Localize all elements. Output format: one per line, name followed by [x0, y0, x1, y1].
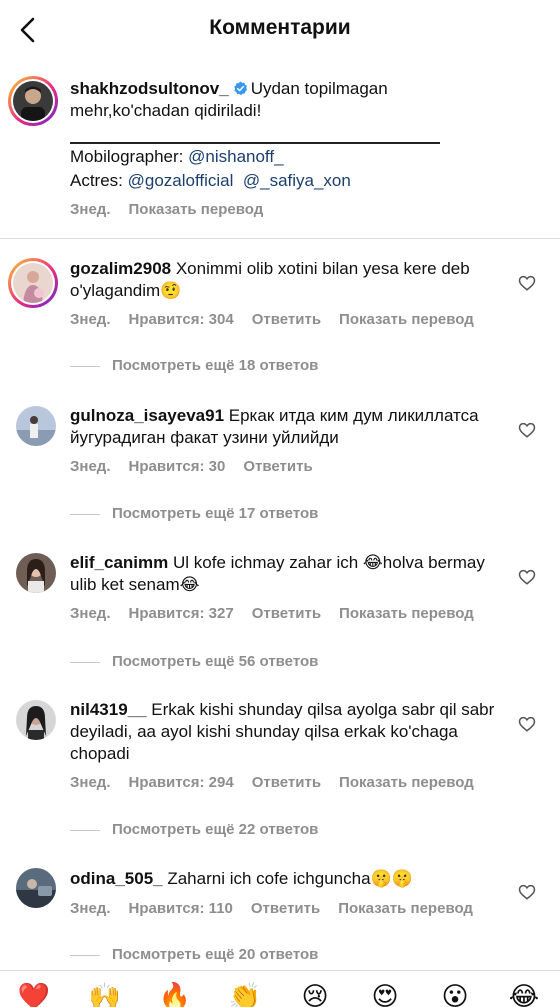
like-heart-icon[interactable] — [518, 274, 536, 292]
top-bar: Комментарии — [0, 0, 560, 60]
like-heart-icon[interactable] — [518, 568, 536, 586]
comment-text: nil4319__ Erkak kishi shunday qilsa ayol… — [70, 699, 500, 765]
caption-text: shakhzodsultonov_ Uydan topilmagan mehr,k… — [70, 78, 500, 122]
comment-time: Знед. — [70, 774, 111, 791]
clapping-emoji-button[interactable]: 👏 — [226, 977, 264, 1007]
comment-body: Ul kofe ichmay zahar ich — [173, 553, 363, 572]
verified-badge-icon — [233, 80, 248, 96]
comment-avatar-gulnoza_isayeva91[interactable] — [16, 406, 56, 446]
comment-likes[interactable]: Нравится: 110 — [129, 900, 233, 917]
reply-button[interactable]: Ответить — [252, 605, 321, 622]
comment-username[interactable]: odina_505_ — [70, 869, 163, 888]
like-heart-icon[interactable] — [518, 883, 536, 901]
caption-credits-1: Mobilographer: @nishanoff_ — [70, 146, 500, 168]
comment-meta: Знед. Нравится: 110 Ответить Показать перев… — [70, 900, 491, 917]
comment-username[interactable]: gozalim2908 — [70, 259, 171, 278]
mobilographer-label: Mobilographer: — [70, 147, 189, 166]
view-replies-button[interactable]: Посмотреть ещё 17 ответов — [70, 505, 318, 522]
page-title: Комментарии — [209, 16, 351, 39]
comment-time: Знед. — [70, 900, 111, 917]
comment-likes[interactable]: Нравится: 304 — [129, 311, 234, 328]
caption-translate-link[interactable]: Показать перевод — [129, 201, 264, 218]
comment-meta: Знед. Нравится: 327 Ответить Показать перев… — [70, 605, 492, 622]
actres-handle-link-2[interactable]: @_safiya_xon — [243, 171, 351, 190]
comment-emoji: 🤨 — [160, 281, 182, 300]
view-replies-button[interactable]: Посмотреть ещё 18 ответов — [70, 357, 318, 374]
actres-handle-link-1[interactable]: @gozalofficial — [128, 171, 234, 190]
comment-avatar-odina_505_[interactable] — [16, 868, 56, 908]
comment-meta: Знед. Нравится: 30 Ответить — [70, 458, 331, 475]
translate-button[interactable]: Показать перевод — [338, 900, 473, 917]
comment-username[interactable]: nil4319__ — [70, 700, 147, 719]
comment-username[interactable]: gulnoza_isayeva91 — [70, 406, 224, 425]
emoji-reaction-bar: ❤️ 🙌 🔥 👏 😢 😍 😮 😂 — [0, 970, 560, 1007]
laughing-emoji: 😂 — [179, 575, 200, 594]
mobilographer-handle-link[interactable]: @nishanoff_ — [188, 147, 283, 166]
translate-button[interactable]: Показать перевод — [339, 605, 474, 622]
view-replies-button[interactable]: Посмотреть ещё 20 ответов — [70, 946, 318, 963]
comment-time: Знед. — [70, 605, 111, 622]
laughing-emoji-button[interactable]: 😂 — [505, 977, 543, 1007]
translate-button[interactable]: Показать перевод — [339, 311, 474, 328]
translate-button[interactable]: Показать перевод — [339, 774, 474, 791]
view-replies-button[interactable]: Посмотреть ещё 56 ответов — [70, 653, 318, 670]
laughing-emoji: 😂 — [362, 553, 383, 572]
shushing-emoji: 🤫🤫 — [370, 869, 413, 888]
comment-time: Знед. — [70, 311, 111, 328]
comment-text: elif_canimm Ul kofe ichmay zahar ich 😂ho… — [70, 552, 500, 596]
heart-eyes-emoji-button[interactable]: 😍 — [366, 977, 404, 1007]
comment-text: gulnoza_isayeva91 Еркак итда ким дум лик… — [70, 405, 500, 449]
actres-label: Actres: — [70, 171, 128, 190]
comment-avatar-elif_canimm[interactable] — [16, 553, 56, 593]
crying-emoji-button[interactable]: 😢 — [296, 977, 334, 1007]
comment-likes[interactable]: Нравится: 30 — [129, 458, 226, 475]
comment-meta: Знед. Нравится: 304 Ответить Показать перев… — [70, 311, 492, 328]
reply-button[interactable]: Ответить — [251, 900, 320, 917]
view-replies-button[interactable]: Посмотреть ещё 22 ответов — [70, 821, 318, 838]
reply-button[interactable]: Ответить — [252, 774, 321, 791]
comment-meta: Знед. Нравится: 294 Ответить Показать перев… — [70, 774, 492, 791]
comment-likes[interactable]: Нравится: 327 — [129, 605, 234, 622]
caption-underline — [70, 142, 440, 144]
caption-credits-2: Actres: @gozalofficial @_safiya_xon — [70, 170, 500, 192]
fire-emoji-button[interactable]: 🔥 — [156, 977, 194, 1007]
comment-text: odina_505_ Zaharni ich cofe ichguncha🤫🤫 — [70, 868, 500, 890]
comment-avatar-nil4319__[interactable] — [16, 700, 56, 740]
raised-hands-emoji-button[interactable]: 🙌 — [86, 977, 124, 1007]
caption-avatar[interactable] — [8, 76, 58, 126]
caption-separator — [0, 238, 560, 239]
like-heart-icon[interactable] — [518, 715, 536, 733]
caption-time: Знед. — [70, 201, 111, 218]
comment-time: Знед. — [70, 458, 111, 475]
comment-body: Zaharni ich cofe ichguncha — [167, 869, 371, 888]
like-heart-icon[interactable] — [518, 421, 536, 439]
comment-likes[interactable]: Нравится: 294 — [129, 774, 234, 791]
heart-emoji-button[interactable]: ❤️ — [15, 977, 53, 1007]
caption-username[interactable]: shakhzodsultonov_ — [70, 79, 229, 98]
reply-button[interactable]: Ответить — [252, 311, 321, 328]
surprised-emoji-button[interactable]: 😮 — [436, 977, 474, 1007]
comment-username[interactable]: elif_canimm — [70, 553, 168, 572]
comment-text: gozalim2908 Xonimmi olib xotini bilan ye… — [70, 258, 500, 302]
comment-avatar-gozalim2908[interactable] — [8, 258, 58, 308]
caption-meta: Знед. Показать перевод — [70, 201, 281, 218]
reply-button[interactable]: Ответить — [243, 458, 312, 475]
